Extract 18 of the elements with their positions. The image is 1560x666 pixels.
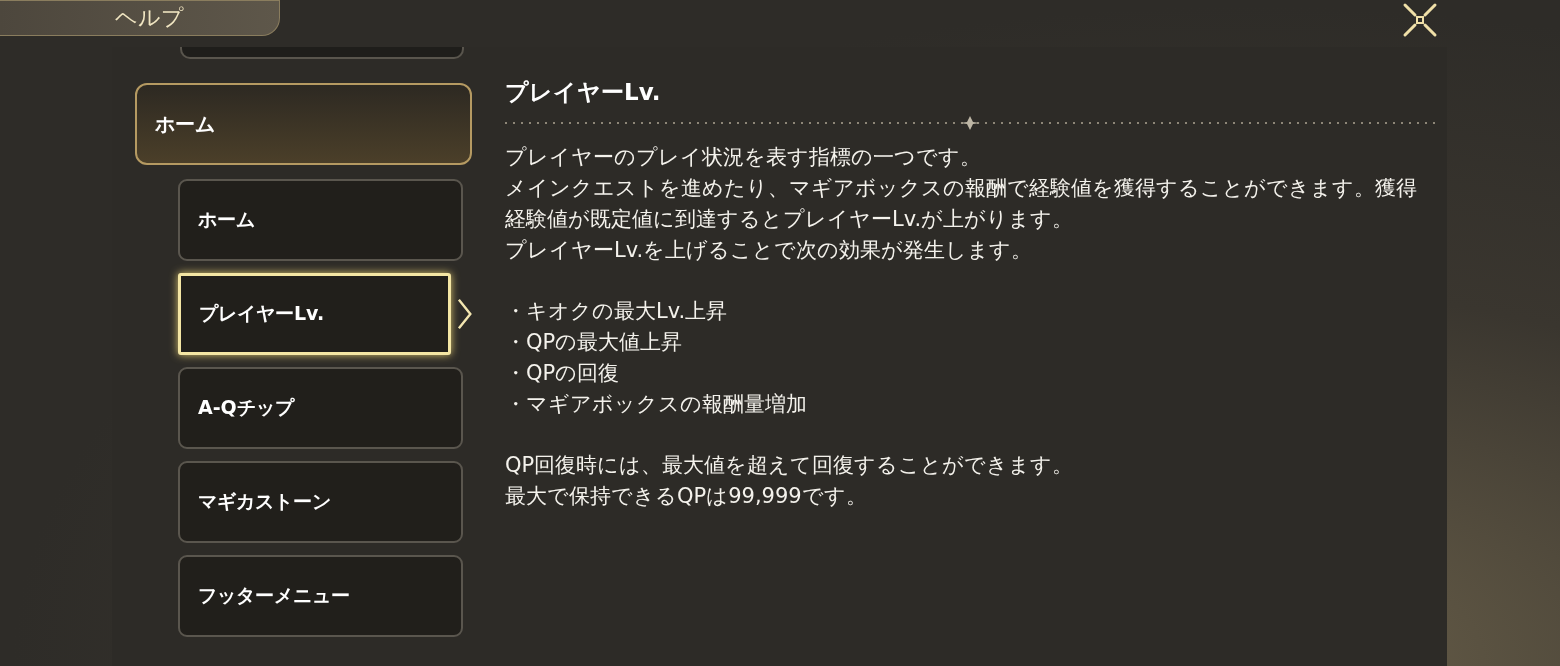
screen-title: ヘルプ: [115, 4, 184, 32]
category-header[interactable]: ホーム: [135, 83, 472, 165]
note-text: QP回復時には、最大値を超えて回復することができます。: [505, 452, 1075, 479]
body-text: プレイヤーのプレイ状況を表す指標の一つです。: [505, 144, 982, 171]
chevron-icon: [456, 297, 472, 331]
menu-item[interactable]: プレイヤーLv.: [178, 273, 451, 355]
article-title: プレイヤーLv.: [505, 78, 662, 107]
menu-item[interactable]: ホーム: [178, 179, 463, 261]
bullet-item: ・QPの最大値上昇: [505, 329, 684, 356]
menu-item[interactable]: マギカストーン: [178, 461, 463, 543]
note-text: 最大で保持できるQPは99,999です。: [505, 483, 868, 510]
body-text: プレイヤーLv.を上げることで次の効果が発生します。: [505, 237, 1034, 264]
bullet-item: ・QPの回復: [505, 360, 621, 387]
bullet-item: ・キオクの最大Lv.上昇: [505, 298, 729, 325]
menu-item[interactable]: フッターメニュー: [178, 555, 463, 637]
bullet-item: ・マギアボックスの報酬量増加: [505, 391, 808, 418]
menu-item[interactable]: A-Qチップ: [178, 367, 463, 449]
body-text: メインクエストを進めたり、マギアボックスの報酬で経験値を獲得することができます。獲得経験値が既定値に到達するとプレイヤーLv.が上がります。: [505, 175, 1418, 233]
